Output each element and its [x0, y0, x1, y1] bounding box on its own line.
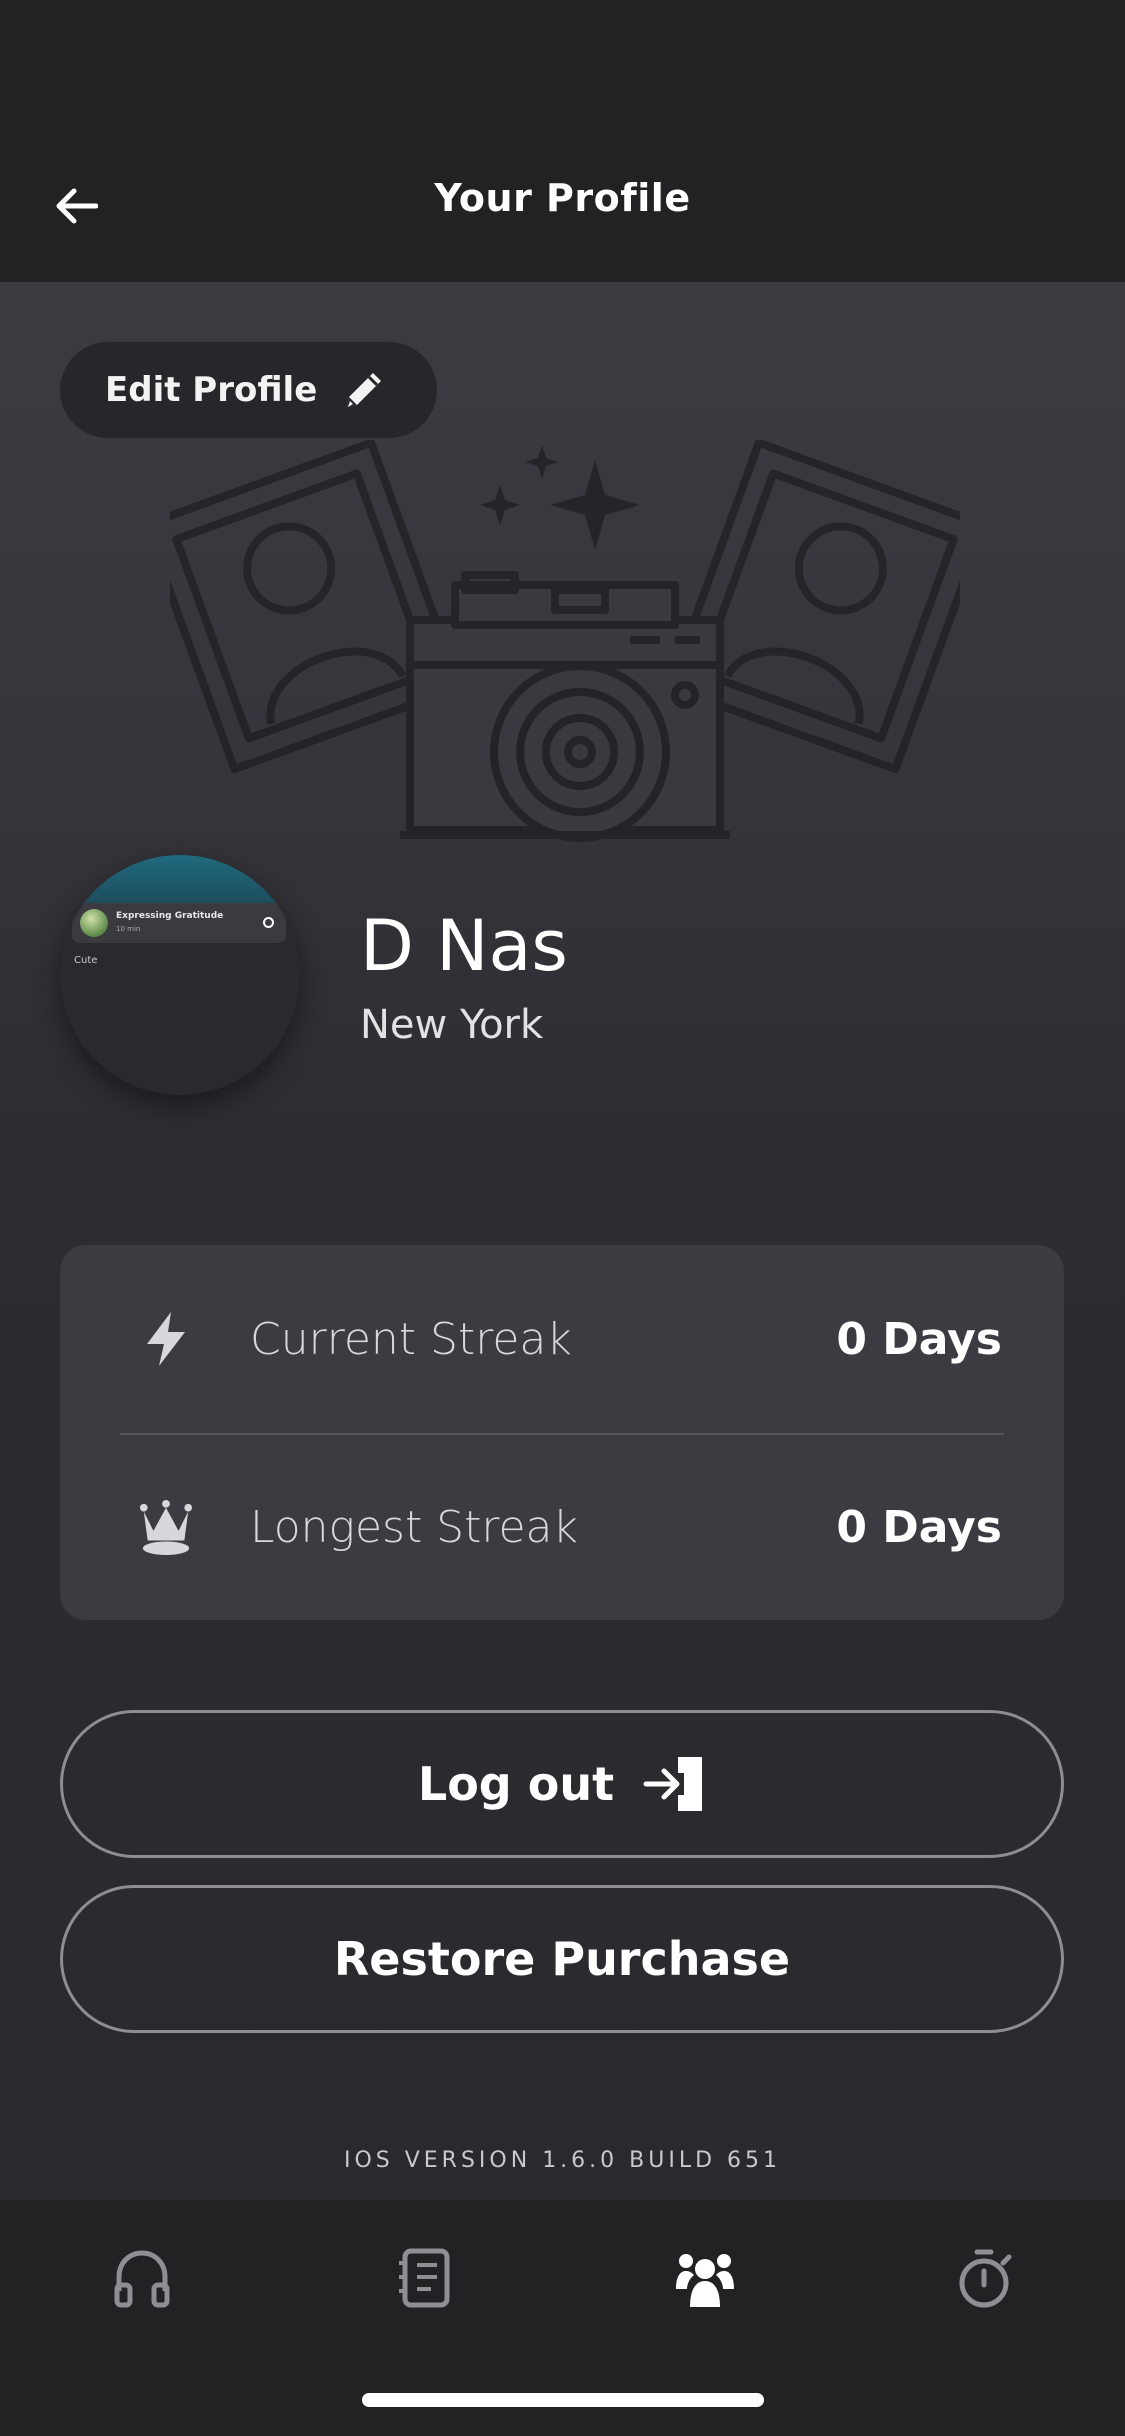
edit-profile-label: Edit Profile — [105, 370, 318, 410]
session-duration: 10 min — [116, 925, 141, 933]
current-streak-value: 0 Days — [836, 1313, 1002, 1365]
crown-icon — [138, 1497, 194, 1557]
restore-purchase-label: Restore Purchase — [333, 1932, 791, 1986]
avatar[interactable]: Expressing Gratitude 10 min Cute — [60, 855, 300, 1095]
community-icon — [676, 2254, 734, 2307]
streak-card: Current Streak 0 Days Longest Streak 0 D… — [60, 1245, 1064, 1620]
current-streak-row: Current Streak 0 Days — [60, 1245, 1064, 1433]
longest-streak-value: 0 Days — [836, 1501, 1002, 1553]
lightning-icon — [138, 1309, 194, 1369]
timer-icon — [959, 2249, 1012, 2308]
logout-label: Log out — [417, 1757, 615, 1811]
longest-streak-label: Longest Streak — [250, 1501, 579, 1553]
tab-journal[interactable] — [384, 2238, 464, 2318]
avatar-header-strip — [60, 855, 300, 907]
session-title: Expressing Gratitude — [116, 911, 224, 921]
longest-streak-row: Longest Streak 0 Days — [60, 1433, 1064, 1621]
avatar-caption: Cute — [74, 955, 98, 966]
logout-button[interactable]: Log out — [60, 1710, 1064, 1858]
edit-profile-button[interactable]: Edit Profile — [60, 342, 437, 438]
tab-listen[interactable] — [102, 2238, 182, 2318]
exit-door-icon — [643, 1757, 703, 1811]
tab-community[interactable] — [665, 2238, 745, 2318]
app-version: IOS VERSION 1.6.0 BUILD 651 — [343, 2148, 782, 2173]
tab-timer[interactable] — [946, 2238, 1026, 2318]
top-bar: Your Profile — [0, 0, 1125, 282]
play-icon — [263, 917, 274, 928]
journal-icon — [399, 2248, 450, 2308]
user-name: D Nas — [360, 905, 568, 987]
restore-purchase-button[interactable]: Restore Purchase — [60, 1885, 1064, 2033]
camera-photos-illustration — [170, 440, 960, 842]
pencil-icon — [347, 373, 382, 407]
headphones-icon — [114, 2250, 170, 2308]
home-indicator[interactable] — [362, 2393, 764, 2407]
current-streak-label: Current Streak — [250, 1313, 572, 1365]
avatar-session-card: Expressing Gratitude 10 min — [72, 903, 286, 943]
page-title: Your Profile — [434, 176, 691, 220]
user-location: New York — [360, 1002, 544, 1048]
session-thumbnail — [80, 909, 108, 937]
